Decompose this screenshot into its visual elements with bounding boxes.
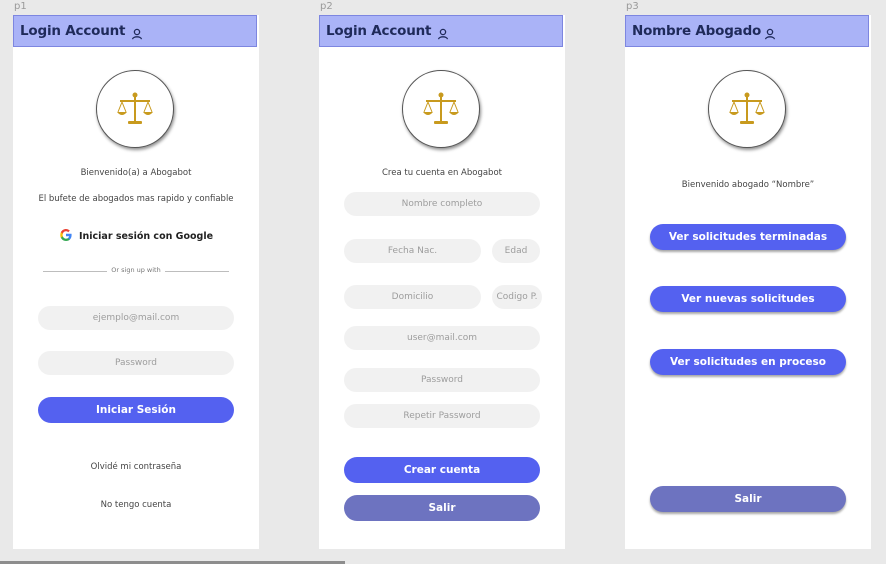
zip-code-input[interactable]: Codigo P. — [492, 285, 542, 309]
google-signin-label: Iniciar sesión con Google — [78, 231, 214, 242]
welcome-text: Bienvenido abogado “Nombre” — [681, 180, 815, 190]
screen-p3-lawyer-home: Nombre Abogado Bienvenido abogado “Nombr… — [625, 15, 871, 549]
screen-p2-register: Login Account Crea tu cuenta en Abogabot… — [319, 15, 565, 549]
screen-label-p3: p3 — [626, 1, 639, 12]
password-input[interactable]: Password — [38, 351, 234, 375]
birth-date-input[interactable]: Fecha Nac. — [344, 239, 481, 263]
exit-button[interactable]: Salir — [344, 495, 540, 521]
age-input[interactable]: Edad — [492, 239, 540, 263]
email-input[interactable]: ejemplo@mail.com — [38, 306, 234, 330]
exit-button[interactable]: Salir — [650, 486, 846, 512]
screen-label-p1: p1 — [14, 1, 27, 12]
screen-label-p2: p2 — [320, 1, 333, 12]
login-button[interactable]: Iniciar Sesión — [38, 397, 234, 423]
scales-of-justice-icon — [402, 70, 480, 148]
password-input[interactable]: Password — [344, 368, 540, 392]
create-account-button[interactable]: Crear cuenta — [344, 457, 540, 483]
repeat-password-input[interactable]: Repetir Password — [344, 404, 540, 428]
header-title: Nombre Abogado — [632, 23, 762, 39]
divider-line-right — [165, 271, 229, 272]
user-icon[interactable] — [131, 25, 143, 40]
email-input[interactable]: user@mail.com — [344, 326, 540, 350]
scales-of-justice-icon — [708, 70, 786, 148]
user-icon[interactable] — [764, 25, 776, 40]
app-header: Login Account — [13, 15, 257, 47]
no-account-link[interactable]: No tengo cuenta — [13, 500, 259, 510]
tagline-text: El bufete de abogados mas rapido y confi… — [38, 194, 234, 204]
new-requests-button[interactable]: Ver nuevas solicitudes — [650, 286, 846, 312]
header-title: Login Account — [326, 23, 432, 39]
full-name-input[interactable]: Nombre completo — [344, 192, 540, 216]
user-icon[interactable] — [437, 25, 449, 40]
scales-of-justice-icon — [96, 70, 174, 148]
google-icon — [59, 227, 73, 246]
finished-requests-button[interactable]: Ver solicitudes terminadas — [650, 224, 846, 250]
divider-text: Or sign up with — [111, 266, 161, 274]
app-header: Login Account — [319, 15, 563, 47]
google-signin-button[interactable]: Iniciar sesión con Google — [13, 227, 259, 246]
in-progress-requests-button[interactable]: Ver solicitudes en proceso — [650, 349, 846, 375]
header-title: Login Account — [20, 23, 126, 39]
screen-p1-login: Login Account Bienvenido(a) a Abogabot E… — [13, 15, 259, 549]
address-input[interactable]: Domicilio — [344, 285, 481, 309]
intro-text: Crea tu cuenta en Abogabot — [382, 168, 502, 178]
app-header: Nombre Abogado — [625, 15, 869, 47]
forgot-password-link[interactable]: Olvidé mi contraseña — [13, 462, 259, 472]
welcome-text: Bienvenido(a) a Abogabot — [80, 168, 192, 178]
